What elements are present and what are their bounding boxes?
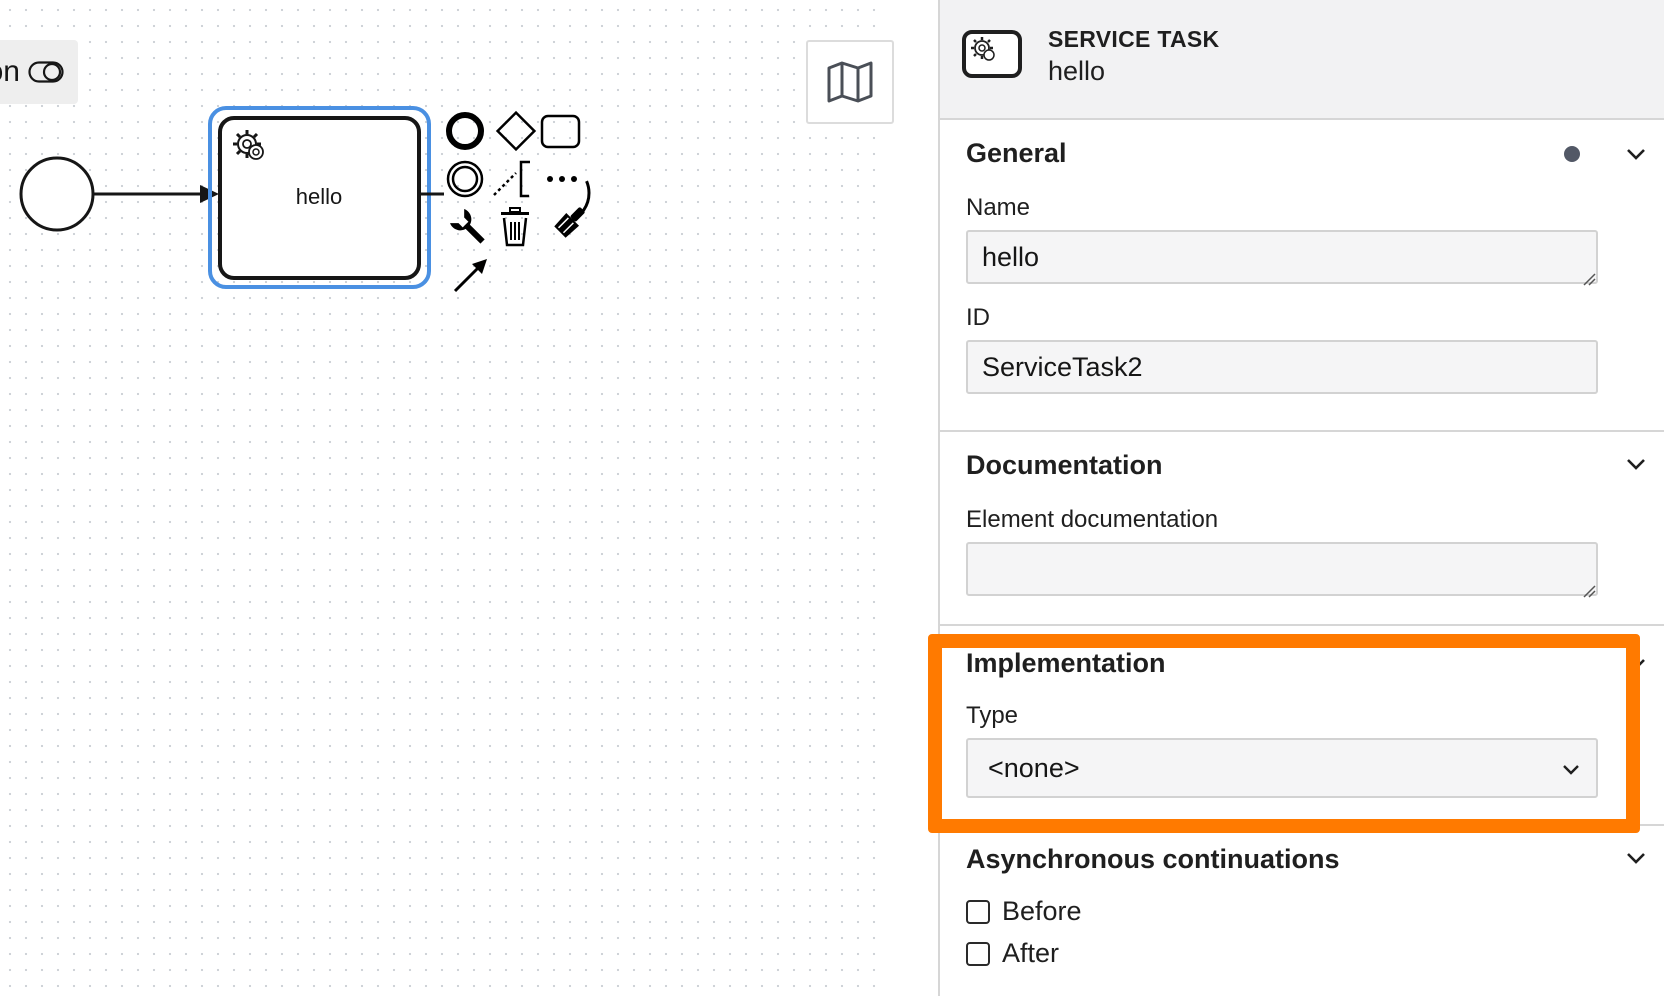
before-checkbox[interactable] — [966, 899, 990, 924]
name-label: Name — [966, 194, 1031, 221]
id-label: ID — [966, 304, 990, 331]
group-documentation: Documentation Element documentation — [940, 432, 1664, 626]
append-task-icon[interactable] — [540, 114, 581, 149]
element-type: SERVICE TASK — [1048, 26, 1220, 52]
group-title-implementation[interactable]: Implementation — [966, 648, 1166, 679]
after-checkbox[interactable] — [966, 941, 990, 966]
append-intermediate-event-icon[interactable] — [446, 160, 484, 198]
append-end-event-icon[interactable] — [446, 112, 484, 150]
before-label: Before — [1002, 896, 1082, 926]
changed-indicator — [1564, 146, 1580, 162]
element-name: hello — [1048, 56, 1106, 86]
after-checkbox-row[interactable]: After — [966, 938, 1059, 969]
chevron-down-icon[interactable] — [1622, 450, 1650, 478]
after-label: After — [1002, 938, 1060, 968]
group-async-continuations: Asynchronous continuations Before After — [940, 826, 1664, 996]
chevron-up-icon[interactable] — [1622, 140, 1650, 168]
group-general: General Name hello ID ServiceTask2 — [940, 120, 1664, 432]
chevron-down-icon[interactable] — [1622, 844, 1650, 872]
group-title-async[interactable]: Asynchronous continuations — [966, 844, 1340, 875]
task-label: hello — [296, 184, 342, 209]
chevron-down-icon[interactable] — [1622, 650, 1650, 678]
group-implementation: Implementation Type <none> — [940, 626, 1664, 826]
service-task-icon — [962, 30, 1022, 78]
start-event[interactable] — [19, 156, 95, 232]
before-checkbox-row[interactable]: Before — [966, 896, 1082, 927]
sequence-flow-arrow[interactable] — [93, 185, 219, 203]
text-annotation-icon[interactable] — [493, 160, 530, 198]
implementation-type-value: <none> — [988, 753, 1080, 783]
properties-panel: SERVICE TASK hello General Name hello ID… — [938, 0, 1664, 996]
element-documentation-field[interactable] — [966, 542, 1598, 596]
type-label: Type — [966, 702, 1019, 729]
group-title-documentation[interactable]: Documentation — [966, 450, 1163, 481]
trash-icon[interactable] — [501, 207, 529, 247]
implementation-type-select[interactable]: <none> — [966, 738, 1598, 798]
append-gateway-icon[interactable] — [495, 110, 537, 152]
resize-grip-icon[interactable] — [1582, 584, 1596, 598]
connect-arrow-icon[interactable] — [453, 259, 487, 293]
name-field[interactable]: hello — [966, 230, 1598, 284]
group-title-general[interactable]: General — [966, 138, 1067, 169]
diagram-canvas[interactable]: on hello — [0, 0, 894, 996]
wrench-icon[interactable] — [449, 208, 490, 249]
id-field[interactable]: ServiceTask2 — [966, 340, 1598, 394]
chevron-down-icon — [1563, 765, 1579, 775]
element-documentation-label: Element documentation — [966, 506, 1219, 533]
resize-grip-icon[interactable] — [1582, 272, 1596, 286]
panel-header: SERVICE TASK hello — [940, 0, 1664, 120]
